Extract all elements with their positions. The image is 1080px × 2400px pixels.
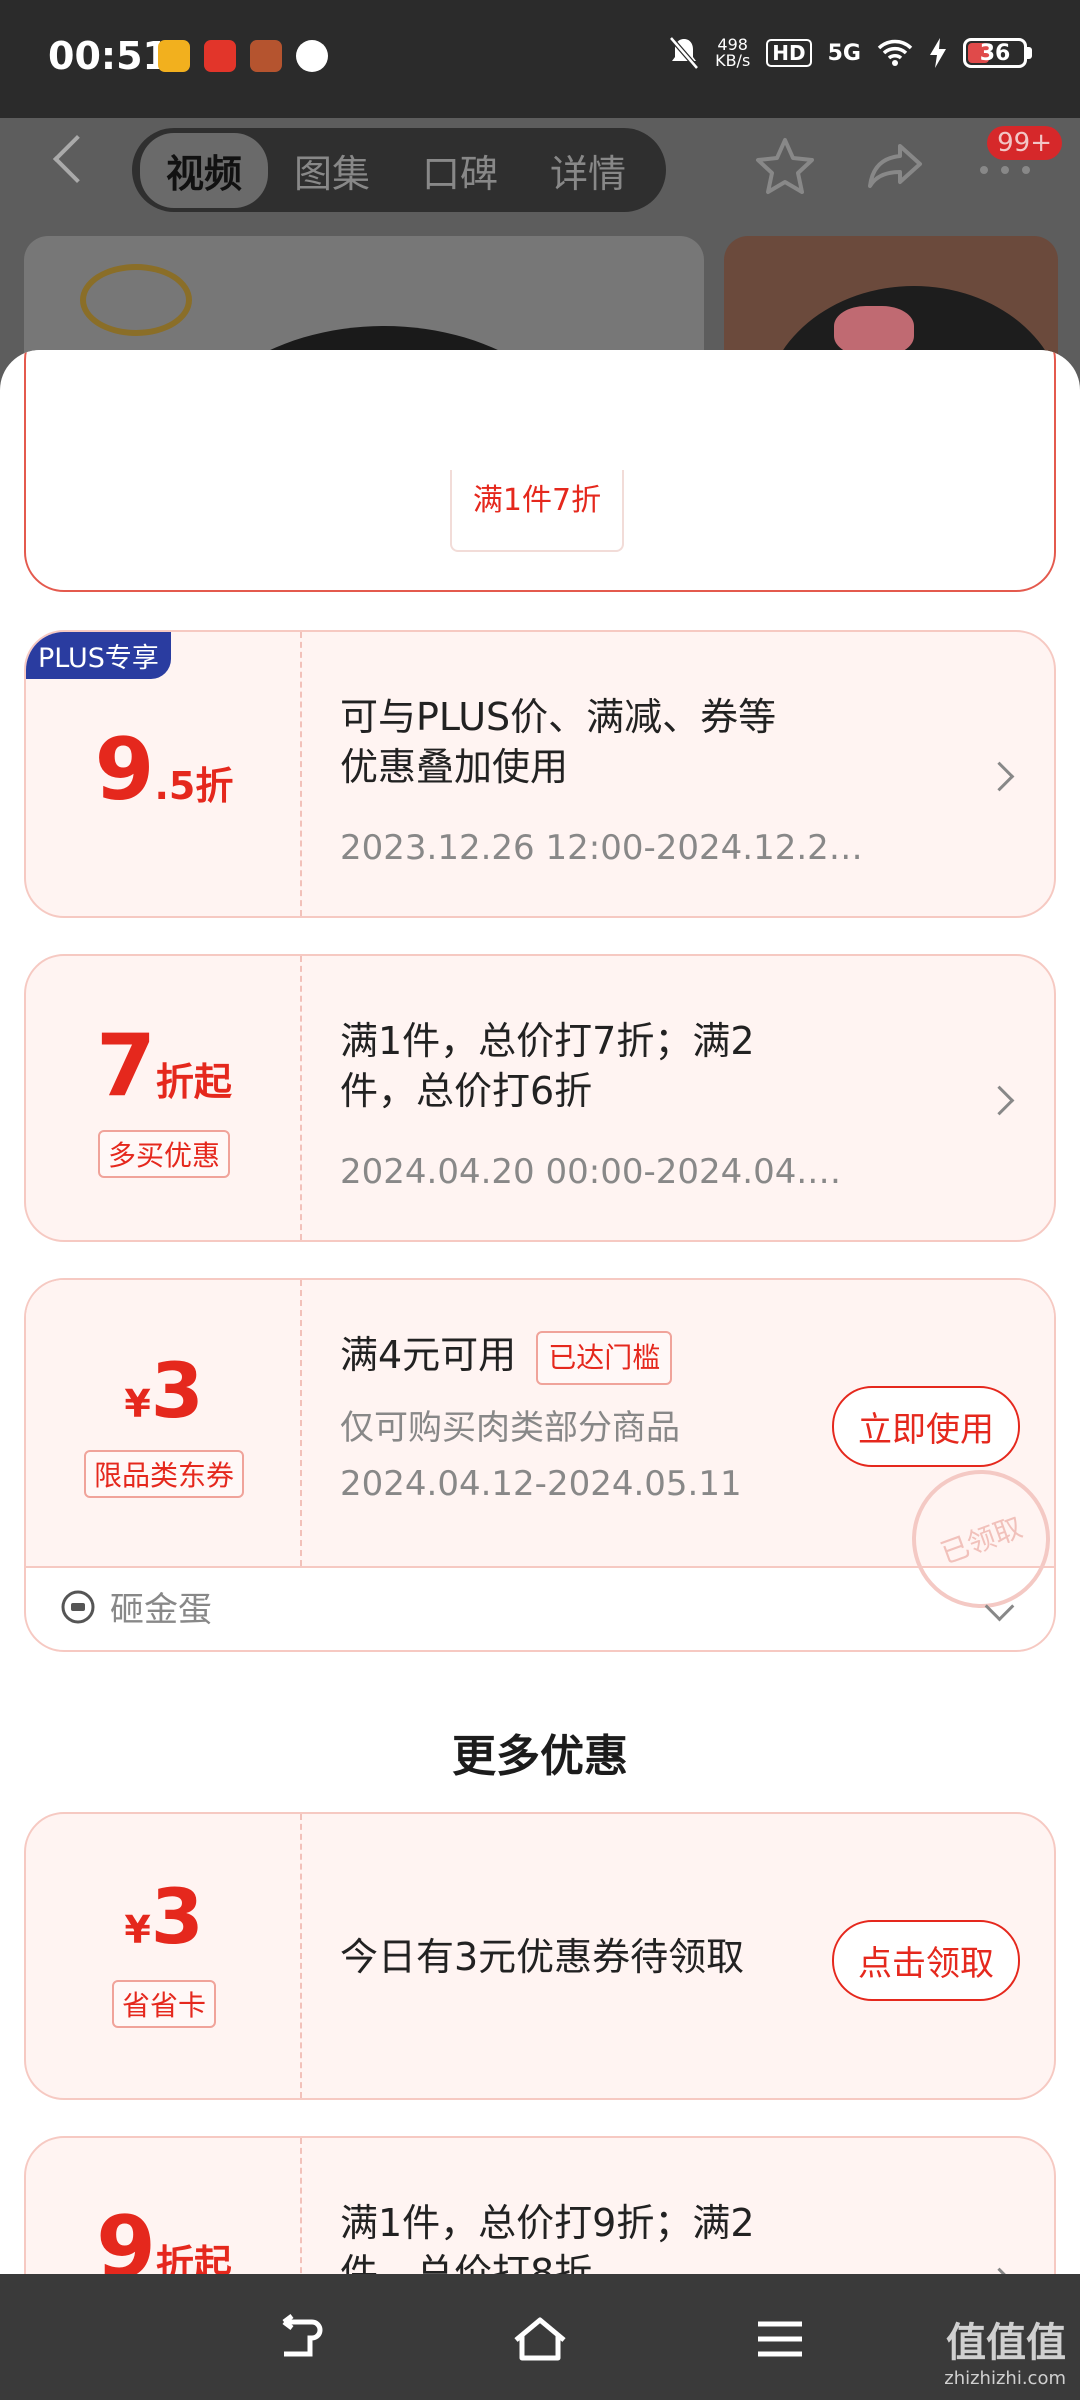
coupon-card-saving[interactable]: ¥3 省省卡 今日有3元优惠券待领取 点击领取 xyxy=(24,1812,1056,2100)
share-icon[interactable] xyxy=(860,132,930,202)
coupon-validity: 2023.12.26 12:00-2024.12.2… xyxy=(340,828,863,868)
network-speed: 498 KB/s xyxy=(715,37,750,69)
coupon-card-plus[interactable]: PLUS专享 9.5折 可与PLUS价、满减、券等 优惠叠加使用 2023.12… xyxy=(24,630,1056,918)
net-speed-unit: KB/s xyxy=(715,51,751,70)
coupon-validity: 2024.04.12-2024.05.11 xyxy=(340,1464,742,1504)
coupon-tag: 多买优惠 xyxy=(26,1130,302,1178)
coupon-amount: ¥3 xyxy=(124,1346,204,1435)
plus-badge: PLUS专享 xyxy=(26,632,171,679)
tab-details[interactable]: 详情 xyxy=(524,133,652,208)
coupon-amount: ¥3 xyxy=(124,1872,204,1961)
notification-badge: 99+ xyxy=(987,126,1062,160)
golden-egg-row[interactable]: 砸金蛋 xyxy=(60,1582,212,1631)
coupon-tag: 省省卡 xyxy=(26,1980,302,2028)
battery-icon: 36 xyxy=(963,38,1032,68)
tab-video[interactable]: 视频 xyxy=(140,132,269,208)
claim-button[interactable]: 点击领取 xyxy=(832,1920,1020,2001)
coupon-validity: 2024.04.20 00:00-2024.04.… xyxy=(340,1152,842,1192)
wifi-icon xyxy=(877,39,913,66)
mute-bell-icon xyxy=(669,36,699,70)
more-discounts-title: 更多优惠 xyxy=(452,1731,628,1782)
discount-value: 9折起 xyxy=(96,2198,232,2274)
threshold-reached-badge: 已达门槛 xyxy=(536,1330,673,1385)
coupon-card-multibuy-2[interactable]: 9折起 满1件，总价打9折；满2 件，总价打8折 xyxy=(24,2136,1056,2274)
star-icon[interactable] xyxy=(750,132,820,202)
brand-logo-icon xyxy=(80,264,192,336)
notification-app-icons xyxy=(158,40,328,72)
menu-nav-icon[interactable] xyxy=(750,2314,810,2364)
app-notification-icon xyxy=(158,40,190,72)
back-nav-icon[interactable] xyxy=(270,2314,330,2364)
discount-sheet: 优惠 满1件7折 PLUS专享 9.5折 可与PLUS价、满减、券等 优惠叠加使… xyxy=(0,350,1080,2274)
coupon-card-multibuy[interactable]: 7折起 多买优惠 满1件，总价打7折；满2 件，总价打6折 2024.04.20… xyxy=(24,954,1056,1242)
partial-coupon-card[interactable]: 满1件7折 xyxy=(24,350,1056,592)
charging-icon xyxy=(930,38,946,68)
coupon-card-category[interactable]: ¥3 限品类东券 满4元可用 已达门槛 仅可购买肉类部分商品 2024.04.12… xyxy=(24,1278,1056,1652)
game-notification-icon xyxy=(250,40,282,72)
status-time: 00:51 xyxy=(48,34,169,78)
chevron-right-icon xyxy=(984,1085,1015,1116)
battery-level: 36 xyxy=(979,40,1011,66)
network-type: 5G xyxy=(827,40,861,66)
coupon-description: 满1件，总价打9折；满2 件，总价打8折 xyxy=(340,2201,755,2274)
coupon-description: 今日有3元优惠券待领取 xyxy=(340,1935,745,1979)
tab-reviews[interactable]: 口碑 xyxy=(396,133,524,208)
site-watermark: 值值值 zhizhizhi.com xyxy=(944,2320,1066,2389)
system-navigation-bar xyxy=(0,2274,1080,2400)
coupon-scope: 仅可购买肉类部分商品 xyxy=(340,1408,680,1448)
chevron-right-icon xyxy=(984,761,1015,792)
tab-gallery[interactable]: 图集 xyxy=(268,133,396,208)
status-indicators: 498 KB/s HD 5G 36 xyxy=(669,36,1032,70)
discount-value: 9.5折 xyxy=(94,720,234,820)
use-now-button[interactable]: 立即使用 xyxy=(832,1386,1020,1467)
coupon-tag: 限品类东券 xyxy=(26,1450,302,1498)
status-bar: 00:51 498 KB/s HD 5G 36 xyxy=(0,0,1080,118)
coupon-description: 可与PLUS价、满减、券等 优惠叠加使用 xyxy=(340,695,777,789)
discount-value: 7折起 xyxy=(96,1016,232,1116)
golden-egg-icon xyxy=(61,1590,95,1623)
coupon-condition: 满4元可用 已达门槛 xyxy=(340,1330,673,1385)
zhi-notification-icon xyxy=(296,40,328,72)
product-tabs: 视频 图集 口碑 详情 xyxy=(132,128,666,212)
home-nav-icon[interactable] xyxy=(510,2314,570,2364)
partial-coupon-label: 满1件7折 xyxy=(450,470,624,552)
hd-icon: HD xyxy=(766,39,812,67)
app-notification-icon xyxy=(204,40,236,72)
coupon-description: 满1件，总价打7折；满2 件，总价打6折 xyxy=(340,1019,755,1113)
